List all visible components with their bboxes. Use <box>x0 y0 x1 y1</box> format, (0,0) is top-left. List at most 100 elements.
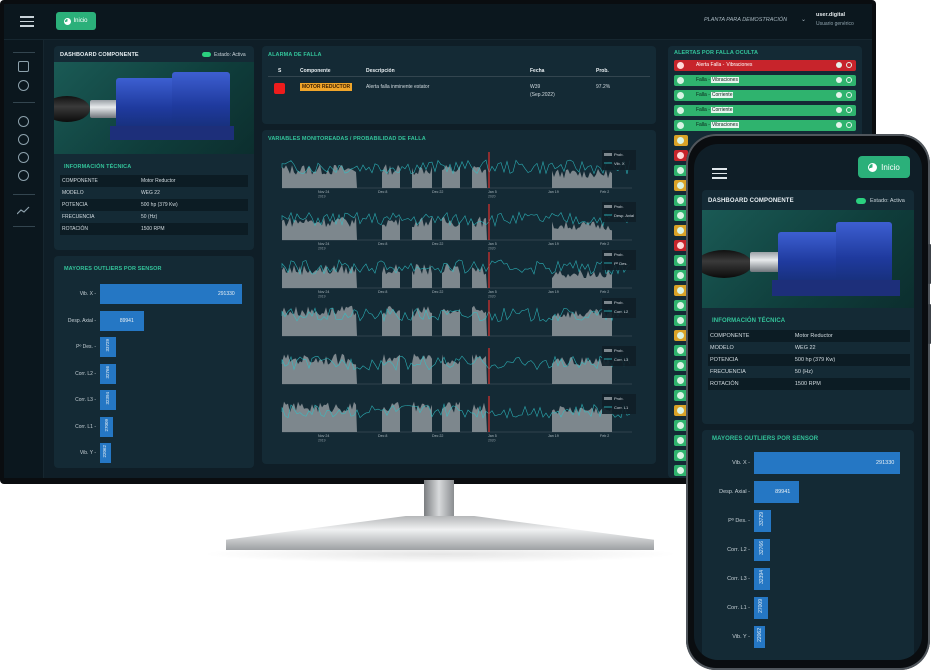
sidebar-divider <box>13 52 35 53</box>
outlier-value: 32394 <box>104 392 110 405</box>
check-icon <box>677 287 684 294</box>
plant-selector[interactable]: PLANTA PARA DEMOSTRACIÓN <box>704 17 787 23</box>
hidden-alert-text: Falla - Corriente <box>696 92 734 98</box>
alert-icon <box>677 152 684 159</box>
variable-chart[interactable]: Prob.Desp. AxialNov 242019Dec 8 Dec 22 Jan… <box>272 200 648 251</box>
chevron-down-icon[interactable]: ⌄ <box>801 16 806 23</box>
hidden-alert-row[interactable]: Falla - Vibraciones <box>674 120 856 131</box>
gear-icon[interactable] <box>18 116 29 127</box>
variable-chart[interactable]: Prob. Vib. X Nov 242019 Dec 8 Dec 22 Jan 5202… <box>272 148 648 199</box>
tech-info-row: COMPONENTE Motor Reductor <box>60 175 248 187</box>
home-button[interactable]: Inicio <box>56 12 96 30</box>
legend-swatch-prob <box>604 301 612 304</box>
x-tick-label: Feb 2 <box>600 242 609 246</box>
outliers-card: MAYORES OUTLIERS POR SENSOR Vib. X -2913… <box>702 430 914 660</box>
check-icon <box>677 107 684 114</box>
hidden-alert-prefix: Alerta Falla - <box>696 62 725 68</box>
variables-card: VARIABLES MONITOREADAS / PROBABILIDAD DE… <box>262 130 656 464</box>
top-bar: Inicio PLANTA PARA DEMOSTRACIÓN ⌄ user.d… <box>4 4 872 40</box>
gear-icon[interactable] <box>846 122 852 128</box>
outlier-value: 291330 <box>876 460 895 466</box>
motor-shaft <box>750 252 780 272</box>
eye-icon[interactable] <box>836 92 842 98</box>
hidden-alert-text: Falla - Corriente <box>696 107 734 113</box>
hidden-alert-row[interactable]: Falla - Corriente <box>674 90 856 101</box>
status-toggle[interactable] <box>202 52 211 57</box>
check-icon <box>677 407 684 414</box>
sidebar-divider <box>13 102 35 103</box>
menu-icon[interactable] <box>712 168 727 179</box>
gear-icon[interactable] <box>18 170 29 181</box>
outlier-label: Corr. L3 - <box>727 576 750 582</box>
motor-image <box>54 62 254 154</box>
tech-info-key: MODELO <box>62 190 84 196</box>
gear-icon[interactable] <box>846 92 852 98</box>
monitor-stand-base <box>226 516 654 550</box>
x-tick-year: 2020 <box>488 195 496 199</box>
hidden-alert-row[interactable] <box>674 135 688 146</box>
tech-info-title: INFORMACIÓN TÉCNICA <box>712 318 786 324</box>
gear-icon[interactable] <box>846 107 852 113</box>
hidden-alert-row[interactable]: Falla - Corriente <box>674 105 856 116</box>
home-button-label: Inicio <box>73 18 88 24</box>
tech-info-value: 1500 RPM <box>138 223 248 235</box>
eye-icon[interactable] <box>836 107 842 113</box>
eye-icon[interactable] <box>836 62 842 68</box>
alarm-card: ALARMA DE FALLA S Componente Descripción… <box>262 46 656 124</box>
legend-label-series: Pº Des. <box>614 261 627 266</box>
gear-icon[interactable] <box>18 152 29 163</box>
alarm-date: W39 <box>530 84 541 90</box>
user-role: Usuario genérico <box>816 21 854 27</box>
variable-chart[interactable]: Prob. Corr. L2 <box>272 296 648 344</box>
gear-icon[interactable] <box>846 77 852 83</box>
check-icon <box>677 392 684 399</box>
x-tick-label: Dec 8 <box>378 290 387 294</box>
check-icon <box>677 422 684 429</box>
component-card: DASHBOARD COMPONENTE Estado: Activa INFO… <box>54 46 254 250</box>
x-tick-label: Jan 19 <box>548 190 559 194</box>
variable-chart[interactable]: Prob. Corr. L1 Nov 242019 Dec 8 Dec 22 Jan 52… <box>272 392 648 458</box>
legend-label-series: Desp. Axial <box>614 213 634 218</box>
check-icon <box>677 167 684 174</box>
hidden-alert-row[interactable]: Falla - Vibraciones <box>674 75 856 86</box>
legend-swatch-prob <box>604 349 612 352</box>
menu-icon[interactable] <box>20 16 34 27</box>
motor-pipe <box>54 96 90 122</box>
variable-chart[interactable]: Prob. Corr. L3 <box>272 344 648 392</box>
trend-icon[interactable] <box>17 206 30 215</box>
tech-info-key: COMPONENTE <box>708 330 793 342</box>
tech-info-key: POTENCIA <box>60 199 139 211</box>
alarm-header-component: Componente <box>300 68 331 74</box>
monitor-icon[interactable] <box>18 61 29 72</box>
legend-label-prob: Prob. <box>614 300 624 305</box>
tech-info-row: ROTACIÓN 1500 RPM <box>60 223 248 235</box>
hidden-alert-prefix: Falla - <box>696 77 710 83</box>
legend-swatch-prob <box>604 253 612 256</box>
check-icon <box>677 467 684 474</box>
variable-chart[interactable]: Prob.Pº Des.Nov 242019Dec 8 Dec 22 Jan 520… <box>272 248 648 299</box>
tech-info-key: COMPONENTE <box>60 175 139 187</box>
tech-info-row: ROTACIÓN 1500 RPM <box>708 378 910 390</box>
clock-icon[interactable] <box>18 80 29 91</box>
hidden-alert-row[interactable]: Alerta Falla - Vibraciones <box>674 60 856 71</box>
user-name[interactable]: user.digital <box>816 12 845 18</box>
phone-frame: Inicio DASHBOARD COMPONENTE Estado: Acti… <box>686 134 931 670</box>
x-tick-label: Feb 2 <box>600 190 609 194</box>
x-tick-label: Dec 22 <box>432 242 443 246</box>
legend-label-prob: Prob. <box>614 204 624 209</box>
eye-icon[interactable] <box>836 122 842 128</box>
eye-icon[interactable] <box>836 77 842 83</box>
alarm-component-tag[interactable]: MOTOR REDUCTOR <box>300 83 353 91</box>
gear-icon[interactable] <box>846 62 852 68</box>
check-icon <box>677 137 684 144</box>
x-tick-label: Jan 5 <box>488 434 497 438</box>
legend-label-prob: Prob. <box>614 396 624 401</box>
alarm-header-prob: Prob. <box>596 68 609 74</box>
x-tick-label: Feb 2 <box>600 290 609 294</box>
gear-icon[interactable] <box>18 134 29 145</box>
home-button[interactable]: Inicio <box>858 156 910 178</box>
status-toggle[interactable] <box>856 198 866 204</box>
outliers-chart: Vib. X - 291330 Desp. Axial - 89941 Pº Des. … <box>702 430 914 660</box>
tech-info-key: ROTACIÓN <box>60 223 139 235</box>
outlier-label: Corr. L1 - <box>727 605 750 611</box>
